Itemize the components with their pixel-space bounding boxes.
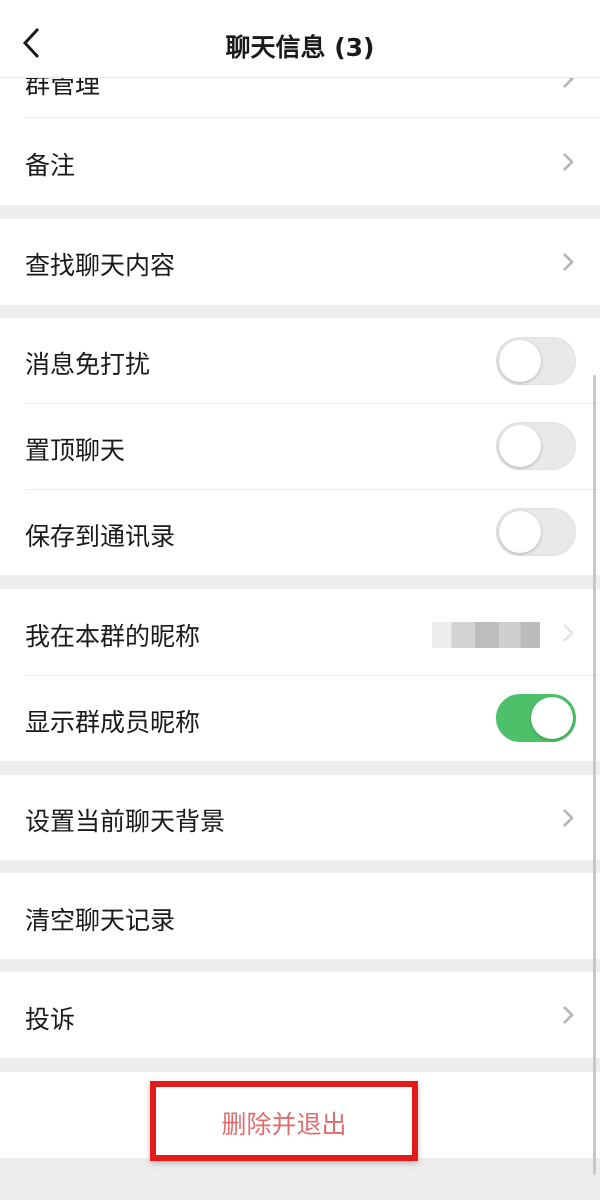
section-toggles: 消息免打扰 置顶聊天 保存到通讯录: [0, 318, 600, 575]
row-search-chat[interactable]: 查找聊天内容: [0, 219, 600, 305]
sticky-toggle[interactable]: [496, 422, 576, 470]
chevron-right-icon: [563, 624, 574, 642]
row-my-nickname-label: 我在本群的昵称: [25, 622, 201, 651]
scrollbar[interactable]: [593, 375, 596, 1175]
show-nicknames-toggle[interactable]: [496, 694, 576, 742]
nav-bar: 聊天信息 (3): [0, 0, 600, 78]
toggle-knob: [531, 697, 573, 739]
chevron-right-icon: [563, 253, 574, 271]
toggle-knob: [499, 425, 541, 467]
row-show-nicknames: 显示群成员昵称: [0, 676, 600, 761]
mute-toggle[interactable]: [496, 337, 576, 385]
row-complain-label: 投诉: [25, 1005, 76, 1034]
nickname-value-redacted: [432, 622, 540, 648]
save-contacts-toggle[interactable]: [496, 508, 576, 556]
row-clear-history-label: 清空聊天记录: [25, 906, 176, 935]
toggle-knob: [499, 340, 541, 382]
row-remark[interactable]: 备注: [0, 118, 600, 205]
row-mute: 消息免打扰: [0, 318, 600, 403]
row-show-nicknames-label: 显示群成员昵称: [25, 708, 201, 737]
chat-info-content: 群管理 备注 查找聊天内容 消息免打扰 置顶聊天 保存到通讯录 我在本群的昵称 …: [0, 0, 600, 1200]
row-sticky-label: 置顶聊天: [25, 436, 126, 465]
row-sticky: 置顶聊天: [0, 404, 600, 489]
row-save-contacts-label: 保存到通讯录: [25, 522, 176, 551]
section-clear: 清空聊天记录: [0, 873, 600, 959]
row-my-nickname[interactable]: 我在本群的昵称: [0, 589, 600, 675]
toggle-knob: [499, 511, 541, 553]
row-set-background-label: 设置当前聊天背景: [25, 807, 226, 836]
row-set-background[interactable]: 设置当前聊天背景: [0, 775, 600, 860]
row-save-contacts: 保存到通讯录: [0, 490, 600, 575]
row-mute-label: 消息免打扰: [25, 350, 151, 379]
section-nickname: 我在本群的昵称 显示群成员昵称: [0, 589, 600, 761]
chevron-right-icon: [563, 1006, 574, 1024]
delete-and-exit-button[interactable]: 删除并退出: [150, 1081, 418, 1161]
delete-and-exit-label: 删除并退出: [221, 1110, 347, 1139]
page-title: 聊天信息 (3): [225, 33, 375, 62]
chevron-right-icon: [563, 153, 574, 171]
section-background: 设置当前聊天背景: [0, 775, 600, 860]
section-complain: 投诉: [0, 972, 600, 1058]
chevron-right-icon: [563, 809, 574, 827]
row-clear-history[interactable]: 清空聊天记录: [0, 873, 600, 959]
row-remark-label: 备注: [25, 151, 76, 180]
section-search: 查找聊天内容: [0, 219, 600, 305]
row-search-chat-label: 查找聊天内容: [25, 251, 176, 280]
row-complain[interactable]: 投诉: [0, 972, 600, 1058]
